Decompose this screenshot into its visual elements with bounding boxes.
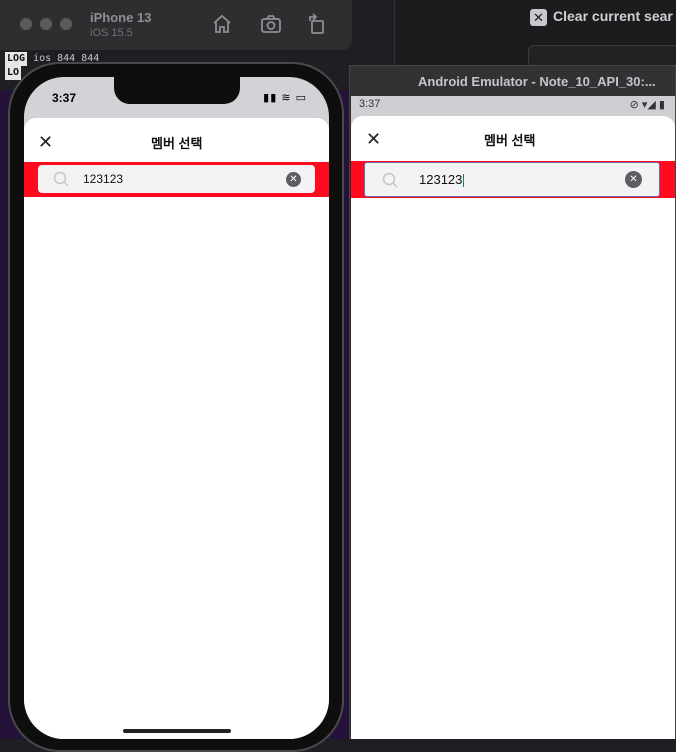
simulator-toolbar: iPhone 13 iOS 15.5 — [0, 0, 352, 50]
home-icon[interactable] — [210, 12, 234, 36]
status-time: 3:37 — [52, 91, 77, 105]
search-value-text: 123123 — [419, 172, 463, 187]
search-icon — [53, 171, 69, 187]
close-window-button[interactable] — [20, 18, 32, 30]
search-input[interactable]: 123123 ✕ — [364, 162, 660, 197]
clear-input-icon[interactable]: ✕ — [625, 171, 642, 188]
clear-search-label: Clear current sear — [553, 8, 673, 24]
notch — [114, 77, 240, 104]
zoom-window-button[interactable] — [60, 18, 72, 30]
log-tag: LO — [5, 66, 22, 80]
status-time: 3:37 — [359, 98, 381, 110]
member-select-sheet: ✕ 멤버 선택 123123 ✕ — [351, 116, 675, 739]
log-tag: LOG — [5, 52, 28, 66]
rotate-icon[interactable] — [305, 12, 329, 36]
search-input[interactable]: 123123 ✕ — [38, 165, 315, 193]
sheet-title: 멤버 선택 — [151, 136, 203, 151]
text-cursor — [463, 174, 465, 188]
home-indicator — [123, 729, 231, 733]
close-icon[interactable]: ✕ — [38, 133, 53, 151]
search-icon — [382, 172, 398, 188]
simulator-device-name: iPhone 13 — [90, 10, 152, 25]
status-icons: ▮▮ ≋ ▭ — [263, 92, 307, 104]
search-bar-container: 123123 ✕ — [24, 162, 329, 197]
minimize-window-button[interactable] — [40, 18, 52, 30]
search-value: 123123 — [419, 172, 465, 188]
emulator-title: Android Emulator - Note_10_API_30:... — [418, 74, 656, 89]
android-screen: 3:37 ⊘ ▾◢ ▮ ✕ 멤버 선택 123123 ✕ — [351, 96, 675, 739]
close-icon[interactable]: ✕ — [366, 130, 381, 148]
status-icons: ⊘ ▾◢ ▮ — [629, 99, 665, 111]
search-value: 123123 — [83, 172, 124, 186]
simulator-os-version: iOS 15.5 — [90, 27, 133, 39]
close-icon: ✕ — [530, 8, 547, 26]
member-select-sheet: ✕ 멤버 선택 123123 ✕ — [24, 118, 329, 739]
emulator-titlebar: Android Emulator - Note_10_API_30:... — [350, 66, 675, 96]
clear-input-icon[interactable]: ✕ — [286, 172, 301, 187]
clear-search-button[interactable]: ✕ Clear current sear — [530, 8, 673, 28]
search-bar-container: 123123 ✕ — [351, 161, 675, 198]
screenshot-icon[interactable] — [259, 12, 283, 36]
iphone-screen: 3:37 ▮▮ ≋ ▭ ✕ 멤버 선택 123123 ✕ — [24, 77, 329, 739]
sheet-title: 멤버 선택 — [484, 133, 536, 148]
